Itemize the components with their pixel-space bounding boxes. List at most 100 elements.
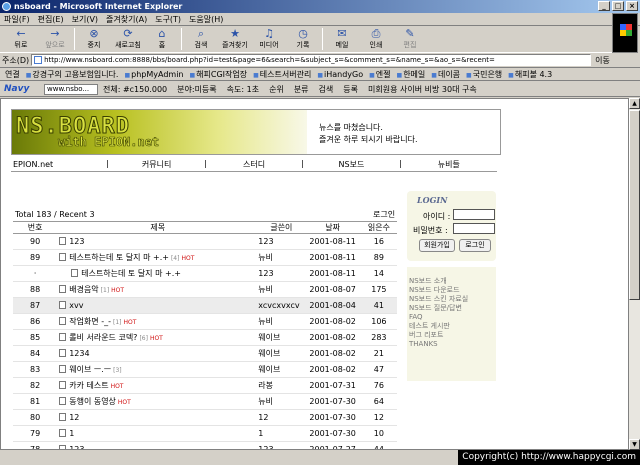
link-item[interactable]: 테스트서버관리 <box>250 69 314 80</box>
post-title-cell: xvv <box>57 297 259 314</box>
toolbar-separator <box>322 28 323 50</box>
side-menu-item[interactable]: 테스트 게시판 <box>409 322 496 331</box>
media-button[interactable]: ♫ 미디어 <box>252 27 286 51</box>
link-item[interactable]: 해피CGI작업장 <box>186 69 250 80</box>
favorites-button[interactable]: ★ 즐겨찾기 <box>218 27 252 51</box>
join-button[interactable]: 회원가입 <box>419 239 455 252</box>
link-item[interactable]: 국민은행 <box>463 69 505 80</box>
close-button[interactable]: × <box>626 1 638 11</box>
post-title-link[interactable]: 배경음악 <box>69 285 98 294</box>
menu-newbies[interactable]: 뉴비들 <box>401 159 497 170</box>
navy-news-ticker[interactable]: 미회원용 사이버 비방 30대 구속 <box>363 84 482 95</box>
post-title-link[interactable]: 1 <box>69 429 74 438</box>
link-item[interactable]: iHandyGo <box>314 70 366 79</box>
login-link[interactable]: 로그인 <box>373 209 395 220</box>
post-title-link[interactable]: 웨이브 ㅡ.ㅡ <box>69 365 111 374</box>
table-row[interactable]: 79 1 1 2001-07-30 10 <box>13 425 397 442</box>
links-bar: 연결 강경구의 고용보험입니다. phpMyAdmin 해피CGI작업장 테스트… <box>0 68 640 81</box>
post-date: 2001-07-30 <box>304 409 361 426</box>
post-title-link[interactable]: 테스트하는데 토 달지 마 +.+ <box>69 253 169 262</box>
table-row[interactable]: 85 롤비 서라운드 코덱? [6] HOT 웨이브 2001-08-02 283 <box>13 329 397 346</box>
side-menu-item[interactable]: NS보드 다운로드 <box>409 286 496 295</box>
status-bar: Copyright(c) http://www.happycgi.com <box>0 450 640 465</box>
print-button[interactable]: ⎙ 인쇄 <box>359 27 393 51</box>
table-row[interactable]: 87 xvv xcvcxvxcv 2001-08-04 41 <box>13 297 397 314</box>
post-title-link[interactable]: 카카 테스트 <box>69 381 108 390</box>
menu-view[interactable]: 보기(V) <box>68 14 102 25</box>
side-menu-item[interactable]: NS보드 스킨 자료실 <box>409 295 496 304</box>
post-title-link[interactable]: 123 <box>69 237 84 246</box>
post-title-link[interactable]: 롤비 서라운드 코덱? <box>69 333 137 342</box>
menu-file[interactable]: 파일(F) <box>0 14 34 25</box>
vertical-scrollbar[interactable]: ▲ ▼ <box>629 98 640 450</box>
home-button[interactable]: ⌂ 홈 <box>145 27 179 51</box>
link-item[interactable]: 엔젤 <box>366 69 393 80</box>
post-reads: 64 <box>360 393 397 410</box>
document-icon <box>59 413 67 421</box>
table-row[interactable]: 78 123 123 2001-07-27 44 <box>13 441 397 449</box>
side-menu-item[interactable]: 버그 리포트 <box>409 331 496 340</box>
navy-search-button[interactable]: 검색 <box>314 84 339 95</box>
login-button[interactable]: 로그인 <box>459 239 491 252</box>
go-button[interactable]: 이동 <box>595 55 610 66</box>
post-title-link[interactable]: xvv <box>69 301 83 310</box>
table-row[interactable]: ㆍ 테스트하는데 토 달지 마 +.+ 123 2001-08-11 14 <box>13 265 397 282</box>
maximize-button[interactable]: □ <box>612 1 624 11</box>
side-menu-item[interactable]: FAQ <box>409 313 496 322</box>
stop-button[interactable]: ⊗ 중지 <box>77 27 111 51</box>
post-title-link[interactable]: 테스트하는데 토 달지 마 +.+ <box>81 269 181 278</box>
history-button[interactable]: ◷ 기록 <box>286 27 320 51</box>
link-item[interactable]: 데이콤 <box>428 69 463 80</box>
menu-edit[interactable]: 편집(E) <box>34 14 68 25</box>
side-menu-item[interactable]: NS보드 소개 <box>409 277 496 286</box>
edit-button[interactable]: ✎ 편집 <box>393 27 427 51</box>
back-button[interactable]: ← 뒤로 <box>4 27 38 51</box>
menu-tools[interactable]: 도구(T) <box>151 14 185 25</box>
link-item[interactable]: 강경구의 고용보험입니다. <box>23 69 122 80</box>
link-item[interactable]: 한메일 <box>394 69 429 80</box>
menu-nsboard[interactable]: NS보드 <box>303 159 399 170</box>
menu-epion[interactable]: EPION.net <box>11 160 107 169</box>
post-number: 78 <box>13 441 58 449</box>
search-button[interactable]: ⌕ 검색 <box>184 27 218 51</box>
navy-rank-button[interactable]: 순위 <box>264 84 289 95</box>
post-title-link[interactable]: 12 <box>69 413 79 422</box>
link-item[interactable]: phpMyAdmin <box>121 70 186 79</box>
menu-community[interactable]: 커뮤니티 <box>108 159 204 170</box>
post-date: 2001-07-30 <box>304 393 361 410</box>
table-row[interactable]: 89 테스트하는데 토 달지 마 +.+ [4] HOT 뉴비 2001-08-11 89 <box>13 249 397 266</box>
post-reads: 76 <box>360 377 397 394</box>
table-row[interactable]: 88 배경음악 [1] HOT 뉴비 2001-08-07 175 <box>13 281 397 298</box>
table-row[interactable]: 83 웨이브 ㅡ.ㅡ [3] 웨이브 2001-08-02 47 <box>13 361 397 378</box>
table-row[interactable]: 82 카카 테스트 HOT 라봉 2001-07-31 76 <box>13 377 397 394</box>
table-row[interactable]: 81 동행이 동영상 HOT 뉴비 2001-07-30 64 <box>13 393 397 410</box>
address-input[interactable]: http://www.nsboard.com:8888/bbs/board.ph… <box>31 54 592 66</box>
navy-register-button[interactable]: 등록 <box>338 84 363 95</box>
id-input[interactable] <box>453 209 495 220</box>
table-row[interactable]: 84 1234 웨이브 2001-08-02 21 <box>13 345 397 362</box>
menu-study[interactable]: 스터디 <box>206 159 302 170</box>
mail-button[interactable]: ✉ 메일 <box>325 27 359 51</box>
side-menu-item[interactable]: THANKS <box>409 340 496 349</box>
scroll-thumb[interactable] <box>629 110 640 300</box>
scroll-up-arrow-icon[interactable]: ▲ <box>629 98 640 109</box>
link-item[interactable]: 해피볼 4.3 <box>505 69 555 80</box>
post-title-link[interactable]: 작업화면 -_- <box>69 317 111 326</box>
navy-category-button[interactable]: 분류 <box>289 84 314 95</box>
table-row[interactable]: 86 작업화면 -_- [1] HOT 뉴비 2001-08-02 106 <box>13 313 397 330</box>
menu-help[interactable]: 도움말(H) <box>185 14 227 25</box>
post-title-link[interactable]: 1234 <box>69 349 89 358</box>
table-row[interactable]: 90 123 123 2001-08-11 16 <box>13 233 397 250</box>
menu-favorites[interactable]: 즐겨찾기(A) <box>102 14 151 25</box>
minimize-button[interactable]: _ <box>598 1 610 11</box>
post-title-link[interactable]: 동행이 동영상 <box>69 397 116 406</box>
side-menu-item[interactable]: NS보드 질문/답변 <box>409 304 496 313</box>
navy-search-input[interactable]: www.nsbo... <box>44 83 98 95</box>
forward-button[interactable]: → 앞으로 <box>38 27 72 51</box>
refresh-button[interactable]: ⟳ 새로고침 <box>111 27 145 51</box>
password-input[interactable] <box>453 223 495 234</box>
table-row[interactable]: 80 12 12 2001-07-30 12 <box>13 409 397 426</box>
post-number: 87 <box>13 297 58 314</box>
scroll-down-arrow-icon[interactable]: ▼ <box>629 439 640 450</box>
post-title-cell: 테스트하는데 토 달지 마 +.+ <box>57 265 259 282</box>
